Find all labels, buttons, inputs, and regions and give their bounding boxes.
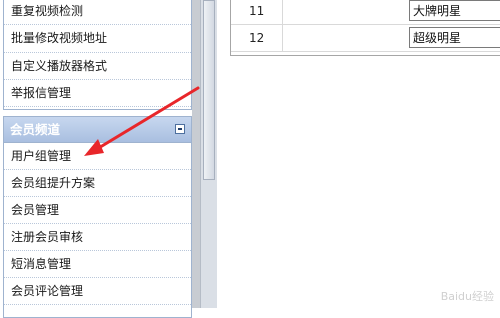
collapse-icon[interactable]: [175, 124, 185, 134]
sidebar-item-message-management[interactable]: 短消息管理: [4, 251, 191, 278]
sidebar-item-member-group-upgrade[interactable]: 会员组提升方案: [4, 170, 191, 197]
sidebar-item-member-comment-management[interactable]: 会员评论管理: [4, 278, 191, 305]
sidebar-item-user-group-management[interactable]: 用户组管理: [4, 143, 191, 170]
left-sidebar: 重复视频检测 批量修改视频地址 自定义播放器格式 举报信管理 会员频道 用户组管…: [0, 0, 192, 318]
vertical-scrollbar[interactable]: [200, 0, 217, 308]
user-group-table: 11 12: [230, 0, 500, 56]
video-menu-panel: 重复视频检测 批量修改视频地址 自定义播放器格式 举报信管理: [3, 0, 192, 110]
member-channel-panel: 会员频道 用户组管理 会员组提升方案 会员管理 注册会员审核 短消息管理 会员评…: [3, 116, 192, 318]
member-channel-header[interactable]: 会员频道: [4, 117, 191, 143]
main-content: 11 12: [217, 0, 500, 308]
row-number: 11: [231, 0, 283, 24]
row-number: 12: [231, 25, 283, 51]
sidebar-item-registration-review[interactable]: 注册会员审核: [4, 224, 191, 251]
scrollbar-thumb[interactable]: [203, 0, 215, 180]
sidebar-item-member-management[interactable]: 会员管理: [4, 197, 191, 224]
sidebar-item-report-management[interactable]: 举报信管理: [4, 80, 191, 107]
group-name-input[interactable]: [409, 27, 500, 48]
table-row: 12: [231, 25, 500, 52]
group-name-input[interactable]: [409, 0, 500, 21]
frame-splitter[interactable]: [192, 0, 200, 308]
member-channel-title: 会员频道: [10, 122, 61, 137]
watermark-logo: Baidu经验: [440, 290, 494, 303]
table-row: 11: [231, 0, 500, 25]
sidebar-item-duplicate-video-check[interactable]: 重复视频检测: [4, 0, 191, 26]
sidebar-item-batch-edit-video-url[interactable]: 批量修改视频地址: [4, 25, 191, 53]
sidebar-item-custom-player-format[interactable]: 自定义播放器格式: [4, 53, 191, 80]
